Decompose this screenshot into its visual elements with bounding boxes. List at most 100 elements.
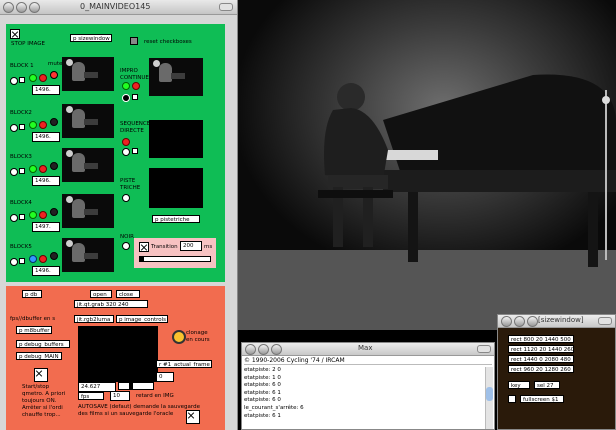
red-record-icon[interactable] xyxy=(39,121,47,129)
actual-frame-receive[interactable]: r #1_actual_frame xyxy=(156,360,212,368)
minimize-window-icon[interactable] xyxy=(16,2,27,13)
block-label: BLOCK2 xyxy=(10,110,32,116)
sequence-checkbox[interactable] xyxy=(132,148,138,154)
play-button-icon[interactable] xyxy=(10,77,18,85)
mute-toggle-icon[interactable] xyxy=(50,208,58,216)
transition-toggle[interactable] xyxy=(139,242,149,252)
sizewindow-traffic-lights[interactable] xyxy=(501,316,540,329)
close-window-icon[interactable] xyxy=(3,2,14,13)
fullscreen-toggle[interactable] xyxy=(508,395,516,403)
impro-red-icon[interactable] xyxy=(132,82,140,90)
db-subpatch[interactable]: p db xyxy=(22,290,42,298)
fullscreen-message[interactable]: fullscreen $1 xyxy=(520,395,564,403)
autosave-comment: AUTOSAVE (defaut) demande la sauvegarde … xyxy=(78,404,200,417)
m8buffer-subpatch[interactable]: p m8buffer xyxy=(16,326,52,334)
rect-message[interactable]: rect 960 20 1280 260 xyxy=(508,365,574,373)
mute-toggle-icon[interactable] xyxy=(50,252,58,260)
stop-image-label: STOP IMAGE xyxy=(11,41,46,47)
fps-slider[interactable] xyxy=(118,382,154,390)
close-window-icon[interactable] xyxy=(245,344,256,355)
impro-radio-icon[interactable] xyxy=(122,94,130,102)
zoom-window-icon[interactable] xyxy=(527,316,538,327)
mute-toggle-icon[interactable] xyxy=(50,118,58,126)
red-record-icon[interactable] xyxy=(39,255,47,263)
zoom-window-icon[interactable] xyxy=(271,344,282,355)
rect-message[interactable]: rect 800 20 1440 500 xyxy=(508,335,574,343)
block-checkbox[interactable] xyxy=(19,258,25,264)
play-button-icon[interactable] xyxy=(10,168,18,176)
close-message[interactable]: close xyxy=(116,290,140,298)
block-2: BLOCK2 1496. xyxy=(6,104,126,144)
max-window-traffic-lights[interactable] xyxy=(245,344,284,357)
key-object[interactable]: key xyxy=(508,381,530,389)
block-frame-number[interactable]: 1496. xyxy=(32,266,60,276)
impro-thumbnail xyxy=(149,58,203,96)
mute-toggle-icon[interactable] xyxy=(50,71,58,79)
console-scrollbar[interactable] xyxy=(485,367,493,429)
block-label: BLOCK3 xyxy=(10,154,32,160)
sizewindow-titlebar[interactable]: [sizewindow] xyxy=(498,315,615,328)
window-traffic-lights[interactable] xyxy=(3,2,42,15)
block-checkbox[interactable] xyxy=(19,168,25,174)
fps-box[interactable]: fps xyxy=(78,392,104,400)
debug-buffers-subpatch[interactable]: p debug_buffers xyxy=(16,340,70,348)
piste-radio-icon[interactable] xyxy=(122,194,130,202)
play-button-icon[interactable] xyxy=(10,214,18,222)
block-checkbox[interactable] xyxy=(19,77,25,83)
red-record-icon[interactable] xyxy=(39,74,47,82)
block-frame-number[interactable]: 1496. xyxy=(32,132,60,142)
green-status-icon[interactable] xyxy=(29,121,37,129)
patcher-window: 0_MAINVIDEO145 STOP IMAGE p sizewindow r… xyxy=(0,0,238,430)
green-control-panel: STOP IMAGE p sizewindow reset checkboxes… xyxy=(6,24,225,282)
green-status-icon[interactable] xyxy=(29,211,37,219)
sequence-radio-icon[interactable] xyxy=(122,148,130,156)
block-thumbnail xyxy=(62,148,114,182)
impro-green-icon[interactable] xyxy=(122,82,130,90)
sizewindow-message[interactable]: p sizewindow xyxy=(70,34,112,42)
zoom-window-icon[interactable] xyxy=(29,2,40,13)
noir-radio-icon[interactable] xyxy=(122,242,130,250)
autosave-toggle[interactable] xyxy=(186,410,200,424)
blue-status-icon[interactable] xyxy=(29,255,37,263)
pistetriche-message[interactable]: p pistetriche xyxy=(152,215,200,223)
transition-duration[interactable]: 200 xyxy=(180,241,202,251)
block-4: BLOCK4 1497. xyxy=(6,194,126,234)
open-message[interactable]: open xyxy=(90,290,112,298)
close-window-icon[interactable] xyxy=(501,316,512,327)
sequence-red-icon[interactable] xyxy=(122,138,130,146)
play-button-icon[interactable] xyxy=(10,258,18,266)
max-console-window: Max © 1990-2006 Cycling '74 / IRCAM etat… xyxy=(241,342,495,430)
block-frame-number[interactable]: 1496. xyxy=(32,176,60,186)
minimize-window-icon[interactable] xyxy=(258,344,269,355)
start-stop-toggle[interactable] xyxy=(34,368,48,382)
green-status-icon[interactable] xyxy=(29,165,37,173)
mute-toggle-icon[interactable] xyxy=(50,162,58,170)
debug-main-subpatch[interactable]: p debug_MAIN xyxy=(16,352,62,360)
block-frame-number[interactable]: 1496. xyxy=(32,85,60,95)
rect-message[interactable]: rect 1440 0 2080 480 xyxy=(508,355,574,363)
grab-object[interactable]: jit.qt.grab 320 240 xyxy=(74,300,148,308)
reset-checkboxes-button[interactable] xyxy=(130,37,138,45)
rect-message[interactable]: rect 1120 20 1440 260 xyxy=(508,345,574,353)
block-checkbox[interactable] xyxy=(19,214,25,220)
toolbar-toggle-icon[interactable] xyxy=(477,345,491,353)
red-record-icon[interactable] xyxy=(39,211,47,219)
max-titlebar[interactable]: Max xyxy=(242,343,494,356)
zero-number-box[interactable]: 0 xyxy=(156,372,174,382)
retard-value[interactable]: 10 xyxy=(110,391,130,401)
image-controls-subpatch[interactable]: p image_controls xyxy=(116,315,168,323)
toolbar-toggle-icon[interactable] xyxy=(219,3,233,11)
transition-slider[interactable] xyxy=(139,256,211,262)
minimize-window-icon[interactable] xyxy=(514,316,525,327)
green-status-icon[interactable] xyxy=(29,74,37,82)
red-record-icon[interactable] xyxy=(39,165,47,173)
stop-image-toggle[interactable] xyxy=(10,29,20,39)
toolbar-toggle-icon[interactable] xyxy=(598,317,612,325)
play-button-icon[interactable] xyxy=(10,124,18,132)
impro-checkbox[interactable] xyxy=(132,94,138,100)
rgb2luma-object[interactable]: jit.rgb2luma xyxy=(74,315,114,323)
sel-object[interactable]: sel 27 xyxy=(534,381,560,389)
block-frame-number[interactable]: 1497. xyxy=(32,222,60,232)
patcher-titlebar[interactable]: 0_MAINVIDEO145 xyxy=(0,0,237,15)
block-checkbox[interactable] xyxy=(19,124,25,130)
